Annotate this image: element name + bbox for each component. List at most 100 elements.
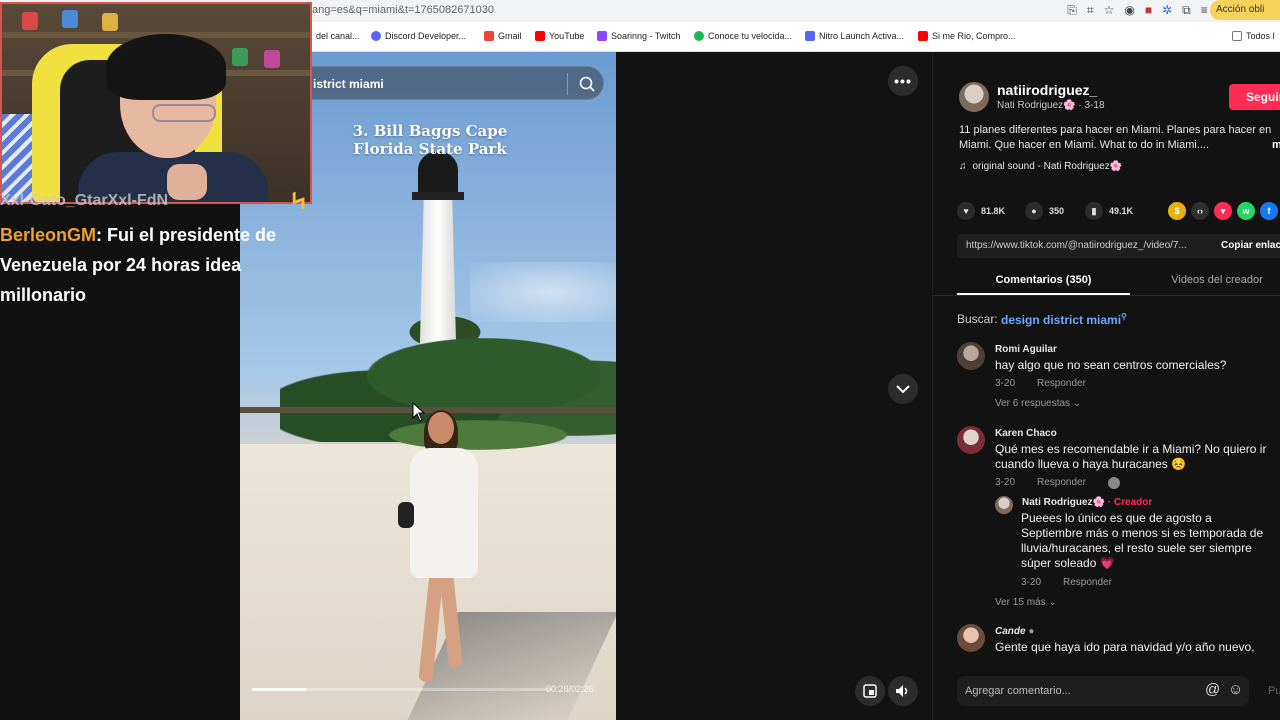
comment-date: 3-20	[995, 477, 1016, 488]
view-more-replies-button[interactable]: Ver 15 más ⌄	[995, 597, 1057, 608]
like-button[interactable]: ♥ 81.8K	[957, 202, 1005, 220]
commenter-name[interactable]: Karen Chaco	[995, 428, 1057, 439]
tab-creator-videos[interactable]: Videos del creador	[1133, 274, 1280, 286]
extension-icon[interactable]: ◉	[1124, 3, 1134, 18]
post-date: 3-18	[1084, 100, 1105, 111]
commenter-avatar[interactable]	[957, 624, 985, 652]
search-input[interactable]: istrict miami	[313, 77, 384, 91]
follow-button[interactable]: Seguir	[1229, 84, 1280, 110]
search-button[interactable]	[575, 73, 599, 95]
bookmark-item[interactable]: YouTube	[535, 31, 584, 41]
extension-red-icon[interactable]: ■	[1145, 3, 1152, 18]
comment-bubble-icon: ●	[1025, 202, 1043, 220]
save-count: 49.1K	[1109, 206, 1134, 216]
facebook-icon[interactable]: f	[1260, 202, 1278, 220]
like-count: 81.8K	[981, 206, 1006, 216]
search-divider	[567, 73, 568, 95]
action-required-badge[interactable]: Acción obli	[1210, 0, 1280, 20]
whatsapp-icon[interactable]: w	[1237, 202, 1255, 220]
reply-author[interactable]: Nati Rodriguez🌸 · Creador	[1022, 497, 1152, 508]
caption-line: 3. Bill Baggs Cape	[352, 122, 508, 140]
chevron-down-icon	[896, 385, 910, 394]
view-replies-button[interactable]: Ver 6 respuestas ⌄	[995, 398, 1081, 409]
streamer-webcam	[0, 2, 312, 204]
search-small-icon: ⚲	[1121, 312, 1127, 321]
person-head	[428, 412, 454, 444]
volume-button[interactable]	[888, 676, 918, 706]
send-icon[interactable]: ▾	[1214, 202, 1232, 220]
creator-badge: · Creador	[1107, 497, 1153, 508]
comment-text: Gente que haya ido para navidad y/o año …	[995, 640, 1255, 654]
bookmark-star-icon[interactable]: ☆	[1104, 3, 1115, 18]
pip-icon	[863, 684, 877, 698]
reply-button[interactable]: Responder	[1037, 477, 1086, 489]
url-text[interactable]: ang=es&q=miami&t=1765082671030	[312, 4, 494, 16]
streamer-glasses	[152, 104, 216, 122]
chevron-down-icon: ⌄	[1048, 597, 1057, 608]
chat-previous-line: Xxl-Gato_GtarXxl-FdN	[0, 192, 169, 209]
view-more-label: Ver 15 más	[995, 597, 1046, 608]
reply-button[interactable]: Responder	[1037, 378, 1086, 389]
more-options-button[interactable]: •••	[888, 66, 918, 96]
video-details-panel: natiirodriguez_ Nati Rodriguez🌸 · 3-18 S…	[932, 52, 1280, 720]
chevron-down-icon: ⌄	[1072, 398, 1082, 409]
video-progress-bar[interactable]	[252, 688, 552, 691]
bookmark-item[interactable]: Discord Developer...	[371, 31, 466, 41]
share-coin-icon[interactable]: $	[1168, 202, 1186, 220]
reply-text: Pueees lo único es que de agosto a Septi…	[1021, 511, 1264, 570]
add-comment-field[interactable]: Agregar comentario... @ ☺	[957, 676, 1249, 706]
creator-avatar[interactable]	[959, 82, 989, 112]
emoji-icon[interactable]: ☺	[1228, 681, 1243, 698]
bookmark-item[interactable]: del canal...	[316, 31, 360, 41]
copy-link-button[interactable]: Copiar enlace	[1221, 240, 1280, 251]
next-video-button[interactable]	[888, 374, 918, 404]
creator-liked-avatar	[1107, 477, 1120, 489]
media-queue-icon[interactable]: ≡	[1201, 3, 1208, 18]
picture-in-picture-button[interactable]	[855, 676, 885, 706]
view-replies-label: Ver 6 respuestas	[995, 398, 1071, 409]
streamer-hair	[106, 34, 226, 100]
comment-count: 350	[1049, 206, 1065, 216]
comment-date: 3-20	[1021, 577, 1042, 588]
music-note-icon: ♫	[959, 161, 967, 172]
save-button[interactable]: ▮ 49.1K	[1085, 202, 1133, 220]
figure	[264, 50, 280, 68]
description-more-link[interactable]: m	[1272, 139, 1280, 151]
video-progress-fill	[252, 688, 306, 691]
bookmark-item[interactable]: Si me Rio, Compro...	[918, 31, 1016, 41]
extension-blue-icon[interactable]: ✲	[1162, 3, 1172, 18]
comment-date: 3-20	[995, 378, 1016, 389]
youtube-icon	[918, 31, 928, 41]
speaker-icon	[896, 685, 908, 697]
creator-username[interactable]: natiirodriguez_	[997, 82, 1097, 98]
post-comment-button[interactable]: Pu	[1268, 685, 1280, 697]
video-timecode: 00:28/02:26	[546, 684, 594, 694]
translate-icon[interactable]: ⌗	[1087, 3, 1094, 18]
bookmark-item[interactable]: Nitro Launch Activa...	[805, 31, 904, 41]
creator-subline: Nati Rodriguez🌸 · 3-18	[997, 100, 1105, 111]
screen-cast-icon[interactable]: ⎘	[1067, 3, 1077, 18]
commenter-avatar[interactable]	[957, 342, 985, 370]
commenter-avatar[interactable]	[957, 426, 985, 454]
reply-avatar[interactable]	[995, 496, 1013, 514]
mouse-cursor-icon	[412, 402, 426, 422]
bookmark-item[interactable]: Gmail	[484, 31, 522, 41]
comment-button[interactable]: ● 350	[1025, 202, 1064, 220]
puzzle-icon[interactable]: ⧉	[1182, 3, 1191, 18]
search-suggestion-link[interactable]: design district miami⚲	[1001, 312, 1127, 327]
youtube-icon	[535, 31, 545, 41]
embed-code-icon[interactable]: ‹›	[1191, 202, 1209, 220]
bookmark-item[interactable]: Todos l	[1232, 31, 1275, 41]
bookmark-item[interactable]: Conoce tu velocida...	[694, 31, 792, 41]
video-link-text[interactable]: https://www.tiktok.com/@natiirodriguez_/…	[966, 240, 1187, 251]
mention-icon[interactable]: @	[1205, 681, 1220, 698]
heart-icon: ♥	[957, 202, 975, 220]
sound-link[interactable]: ♫ original sound - Nati Rodriguez🌸	[959, 161, 1122, 172]
reply-button[interactable]: Responder	[1063, 577, 1112, 588]
streamer-hand	[167, 164, 207, 200]
comment-placeholder[interactable]: Agregar comentario...	[965, 685, 1071, 697]
commenter-name[interactable]: Cande ●	[995, 626, 1034, 637]
commenter-name[interactable]: Romi Aguilar	[995, 344, 1057, 355]
person-leg	[439, 571, 463, 669]
bookmark-item[interactable]: Soarinng - Twitch	[597, 31, 680, 41]
